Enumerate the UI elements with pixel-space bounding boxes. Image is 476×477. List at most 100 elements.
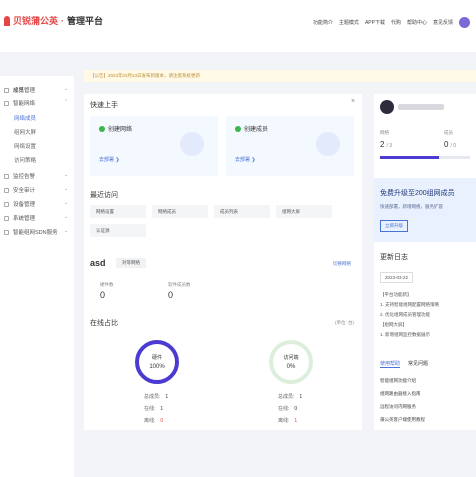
quickstart-card-member[interactable]: 创建成员 去部署 ❯ — [226, 116, 354, 176]
sidebar-item-label: 智能组网SDN服务 — [13, 230, 58, 236]
changelog-line: 1. 支持智能组网配置网络策略 — [380, 302, 440, 307]
chevron-down-icon: ⌄ — [64, 186, 69, 192]
sidebar-subitem-screen[interactable]: 组网大屏 — [14, 128, 36, 136]
quickstart-card-network[interactable]: 创建网络 去部署 ❯ — [90, 116, 218, 176]
hardware-count-label: 硬件数 — [100, 282, 114, 287]
recent-chip[interactable]: 认证源 — [90, 224, 146, 237]
topnav-feedback[interactable]: 意见反馈 — [433, 19, 453, 26]
upgrade-promo: 免费升级至200组网成员 快速部署，新增网络，服务扩容 立即升级 — [374, 178, 476, 242]
sidebar-item-sdn[interactable]: 智能组网SDN服务 — [4, 228, 58, 236]
brand-logo[interactable]: 贝锐蒲公英 · 管理平台 — [4, 14, 103, 27]
legend-key: 总成员: — [144, 394, 161, 400]
brand-sep: · — [61, 15, 65, 26]
network-icon — [4, 100, 9, 106]
recent-chip[interactable]: 组网大屏 — [276, 205, 332, 218]
chevron-down-icon: ⌄ — [64, 172, 69, 178]
quickstart-card-title: 创建网络 — [108, 127, 133, 133]
sidebar-item-audit[interactable]: 安全审计 — [4, 186, 35, 194]
sidebar-item-devices[interactable]: 设备管理 — [4, 200, 35, 208]
changelog-title: 更新日志 — [380, 254, 408, 261]
topnav-app[interactable]: APP下载 — [365, 19, 385, 26]
online-title: 在线占比 — [90, 320, 118, 327]
help-item[interactable]: 蒲公英客户端使用教程 — [380, 417, 425, 423]
notice-text: 【公告】2023年03月23日发布新版本，请注意系统更新 — [90, 73, 201, 78]
chevron-down-icon: ⌄ — [64, 200, 69, 206]
network-type-tag: 对等网络 — [116, 258, 146, 268]
sidebar-item-alerts[interactable]: 监控告警 — [4, 172, 35, 180]
sidebar-item-members[interactable]: 成员管理 — [4, 86, 35, 94]
hardware-count-value: 0 — [100, 290, 106, 300]
legend-key: 离线: — [144, 418, 156, 424]
network-name: asd — [90, 258, 106, 268]
account-member-value: 0/ 0 — [444, 140, 456, 149]
account-avatar — [380, 100, 394, 114]
topnav-help[interactable]: 帮助中心 — [407, 19, 427, 26]
legend-total: 总成员: 1 — [278, 393, 302, 400]
close-icon[interactable]: × — [351, 98, 355, 105]
upgrade-button[interactable]: 立即升级 — [380, 220, 408, 232]
recent-chip[interactable]: 网络设置 — [90, 205, 146, 218]
ring-label: 硬件 — [151, 355, 162, 361]
changelog-line: 【平台功能新】 — [380, 292, 412, 297]
user-avatar[interactable] — [459, 17, 470, 28]
switch-network-link[interactable]: 切换网络 — [333, 261, 351, 267]
sidebar-item-label: 智能网络 — [13, 101, 36, 107]
legend-offline: 离线: 0 — [144, 417, 163, 424]
quickstart-card-title: 创建成员 — [244, 127, 269, 133]
network-illustration-icon — [180, 132, 204, 156]
changelog-line: 2. 优化组网成员管理功能 — [380, 312, 431, 317]
chevron-up-icon: ⌃ — [64, 99, 69, 105]
brand-mark-icon — [4, 15, 10, 26]
gear-icon — [4, 215, 9, 221]
bell-icon — [4, 173, 9, 179]
sidebar-item-label: 系统管理 — [13, 216, 36, 222]
chevron-down-icon: ⌄ — [64, 228, 69, 234]
topnav-proxy[interactable]: 代购 — [391, 19, 401, 26]
topnav-theme[interactable]: 主题模式 — [339, 19, 359, 26]
top-nav: 功能简介 主题模式 APP下载 代购 帮助中心 意见反馈 — [313, 17, 470, 28]
sidebar-subitem-members[interactable]: 网络成员 — [14, 114, 36, 122]
legend-value: 1 — [294, 418, 298, 424]
legend-value: 0 — [294, 406, 298, 412]
sidebar-item-system[interactable]: 系统管理 — [4, 214, 35, 222]
tab-faq[interactable]: 常见问题 — [408, 360, 428, 368]
legend-value: 1 — [299, 394, 303, 400]
chevron-down-icon: ⌄ — [64, 86, 69, 92]
topnav-intro[interactable]: 功能简介 — [313, 19, 333, 26]
help-item[interactable]: 组网路由器接入指南 — [380, 391, 421, 397]
promo-title: 免费升级至200组网成员 — [380, 190, 455, 197]
notice-banner[interactable]: 【公告】2023年03月23日发布新版本，请注意系统更新 — [84, 70, 476, 82]
sidebar-item-network[interactable]: 智能网络 — [4, 99, 35, 107]
ring-label: 访问端 — [283, 355, 299, 361]
brand-sub: 管理平台 — [67, 16, 104, 26]
changelog-date[interactable]: 2023-03-22 — [380, 272, 414, 283]
sidebar-item-label: 监控告警 — [13, 174, 36, 180]
quota-bar — [380, 156, 470, 159]
promo-desc: 快速部署，新增网络，服务扩容 — [380, 204, 443, 209]
help-tabs: 使用帮助 常见问题 — [380, 360, 428, 368]
account-network-value: 2/ 3 — [380, 140, 392, 149]
account-member-label: 成员 — [444, 130, 453, 135]
help-item[interactable]: 远程访问内网服务 — [380, 404, 416, 410]
deploy-link[interactable]: 去部署 ❯ — [99, 156, 120, 163]
shield-icon — [4, 187, 9, 193]
quota-bar-fill — [380, 156, 440, 159]
legend-key: 在线: — [144, 406, 156, 412]
legend-key: 总成员: — [278, 394, 295, 400]
sidebar-item-label: 安全审计 — [13, 188, 36, 194]
legend-value: 1 — [165, 394, 169, 400]
device-icon — [4, 201, 9, 207]
legend-offline: 离线: 1 — [278, 417, 297, 424]
legend-total: 总成员: 1 — [144, 393, 168, 400]
sidebar-menu: 成员管理 ⌄ 智能网络 ⌃ 网络成员 组网大屏 网络设置 访问策略 监控告警 ⌄… — [0, 76, 74, 477]
recent-chip[interactable]: 成员列表 — [214, 205, 270, 218]
legend-online: 在线: 0 — [278, 405, 297, 412]
legend-value: 1 — [160, 406, 164, 412]
help-item[interactable]: 智能组网功能介绍 — [380, 378, 416, 384]
recent-chip[interactable]: 网络成员 — [152, 205, 208, 218]
ring-value: 0% — [286, 364, 296, 370]
sidebar-subitem-policy[interactable]: 访问策略 — [14, 156, 36, 164]
tab-help[interactable]: 使用帮助 — [380, 360, 401, 368]
sidebar-subitem-settings[interactable]: 网络设置 — [14, 142, 36, 150]
deploy-link[interactable]: 去部署 ❯ — [235, 156, 256, 163]
